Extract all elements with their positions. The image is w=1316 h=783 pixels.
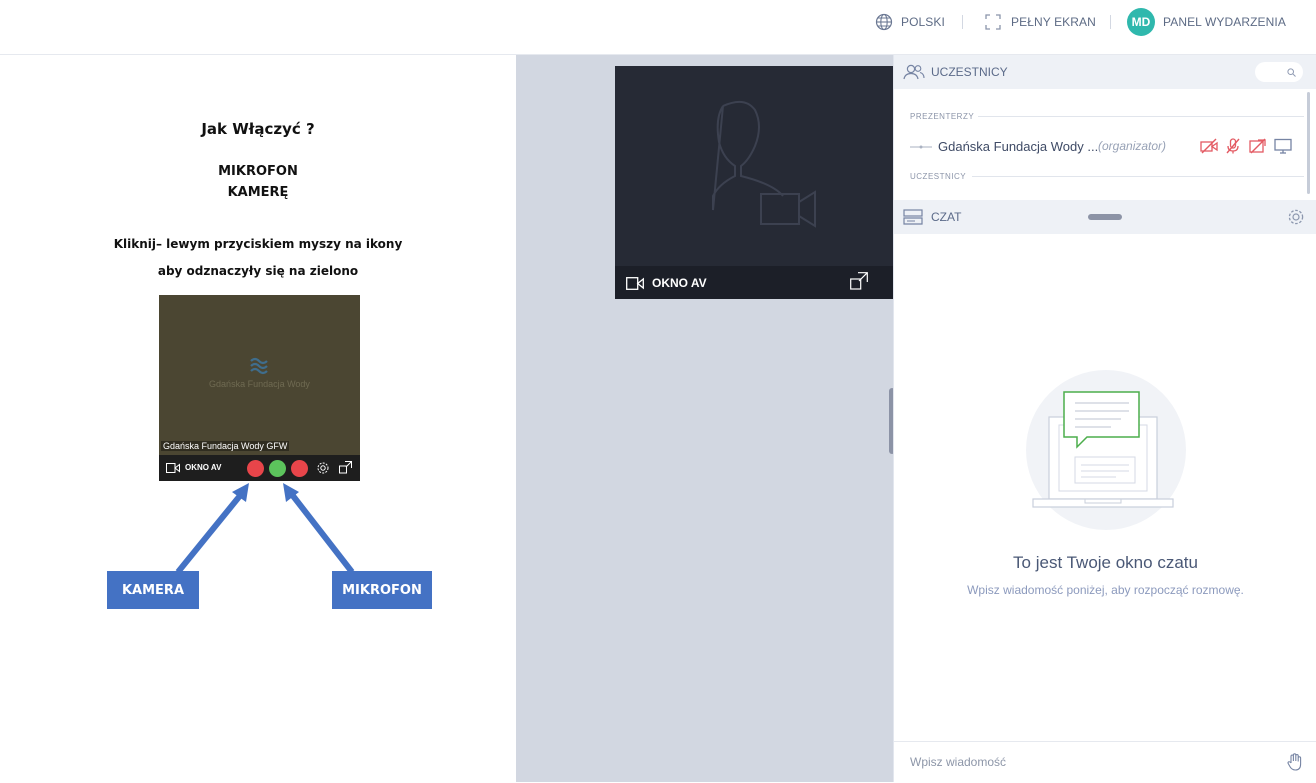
language-label: POLSKI [901,15,945,29]
separator [1110,15,1111,29]
logo-icon [250,357,268,375]
users-icon [903,64,925,80]
empty-chat-subtitle: Wpisz wiadomość poniżej, aby rozpocząć r… [967,583,1244,597]
participants-title: UCZESTNICY [931,65,1008,79]
slide-video-name: Gdańska Fundacja Wody GFW [161,441,290,451]
event-panel-label: PANEL WYDARZENIA [1163,15,1286,29]
chat-header[interactable]: CZAT [894,200,1316,234]
share-off-icon [291,460,308,477]
video-camera-icon [166,463,180,473]
slide-video-logo-text: Gdańska Fundacja Wody [209,379,310,389]
slide-item-mic: MIKROFON [218,164,298,179]
chat-icon [903,209,923,225]
fullscreen-icon [985,14,1001,30]
divider [972,176,1304,177]
fullscreen-button[interactable]: PEŁNY EKRAN [985,0,1096,44]
presenter-name: Gdańska Fundacja Wody ... [938,139,1099,154]
slide-instruction-2: aby odznaczyły się na zielono [157,264,359,278]
separator [962,15,963,29]
presenters-label: PREZENTERZY [910,112,975,121]
expand-icon [339,461,352,474]
search-icon [1287,68,1296,77]
presenter-role: (organizator) [1098,139,1167,153]
raise-hand-icon[interactable] [1287,753,1303,771]
organization-logo-icon [910,145,932,149]
avatar: MD [1127,8,1155,36]
empty-chat-illustration [1026,370,1186,530]
arrows-illustration [175,483,355,574]
side-panel: UCZESTNICY PREZENTERZY Gdańska Fundacja … [893,55,1316,782]
av-window-footer: OKNO AV [615,266,894,299]
chat-drag-handle[interactable] [1088,214,1122,220]
presentation-slide: Jak Włączyć ? MIKROFON KAMERĘ Kliknij– l… [0,55,516,782]
globe-icon [875,13,893,31]
chat-input-bar [894,741,1316,783]
slide-instruction-1: Kliknij– lewym przyciskiem myszy na ikon… [113,237,403,251]
chat-title: CZAT [931,210,962,224]
participants-search[interactable] [1255,62,1303,82]
slide-heading: Jak Włączyć ? [201,120,315,138]
label-camera: KAMERA [107,571,199,609]
participants-scrollbar[interactable] [1307,92,1310,194]
fullscreen-label: PEŁNY EKRAN [1011,15,1096,29]
screen-icon [1274,138,1292,154]
participants-header[interactable]: UCZESTNICY [894,55,1316,89]
chat-message-input[interactable] [908,754,1272,770]
av-window[interactable]: OKNO AV [615,66,894,299]
expand-icon[interactable] [850,272,868,290]
av-window-label: OKNO AV [652,276,707,290]
camera-off-icon [1200,138,1218,154]
slide-video-screenshot: Gdańska Fundacja Wody Gdańska Fundacja W… [159,295,360,481]
mic-on-icon [269,460,286,477]
gear-icon[interactable] [1287,208,1305,226]
presenter-row[interactable]: Gdańska Fundacja Wody ... (organizator) [910,137,1310,157]
language-switcher[interactable]: POLSKI [875,0,945,44]
mic-off-icon [1226,138,1240,154]
divider [978,116,1304,117]
slide-item-camera: KAMERĘ [227,185,289,200]
user-camera-placeholder-icon [712,100,816,228]
video-camera-icon [626,277,644,290]
event-panel-button[interactable]: MD PANEL WYDARZENIA [1127,0,1286,44]
share-off-icon [1249,138,1266,154]
participants-label: UCZESTNICY [910,172,967,181]
camera-off-icon [247,460,264,477]
slide-video-label: OKNO AV [185,463,222,472]
gear-icon [317,462,329,474]
label-microphone: MIKROFON [332,571,432,609]
empty-chat-title: To jest Twoje okno czatu [1013,553,1198,572]
top-bar: POLSKI PEŁNY EKRAN MD PANEL WYDARZENIA [0,0,1316,55]
